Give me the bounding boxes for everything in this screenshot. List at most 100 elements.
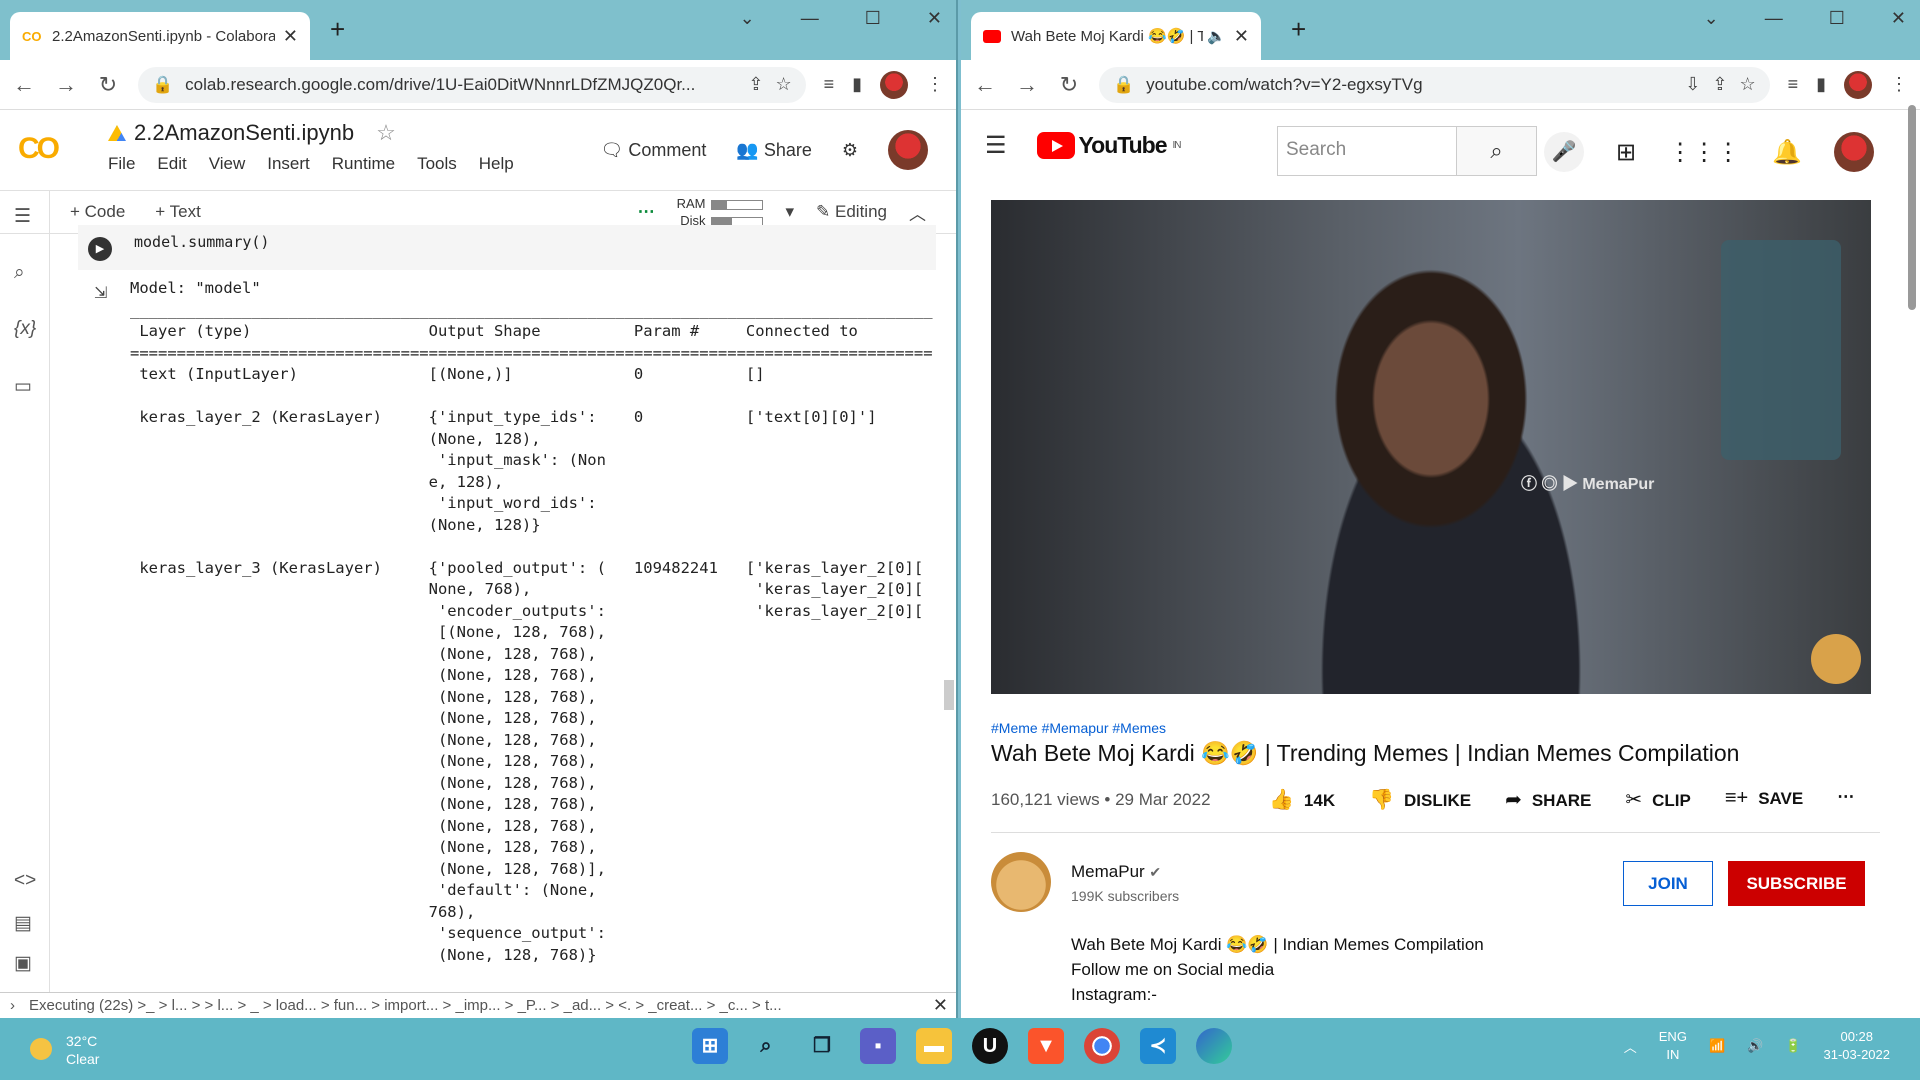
account-avatar[interactable] — [1834, 132, 1874, 172]
vscode-icon[interactable]: ≺ — [1140, 1028, 1176, 1064]
share-page-icon[interactable]: ⇪ — [1712, 74, 1727, 95]
menu-file[interactable]: File — [108, 154, 135, 174]
reading-list-icon[interactable]: ≡ — [1788, 74, 1799, 95]
share-button[interactable]: ➦ SHARE — [1505, 787, 1591, 812]
video-hashtags[interactable]: #Meme #Memapur #Memes — [991, 720, 1166, 736]
battery-icon[interactable]: 🔋 — [1785, 1038, 1801, 1054]
tab-colab[interactable]: CO 2.2AmazonSenti.ipynb - Colaboratory ✕ — [10, 12, 310, 60]
menu-insert[interactable]: Insert — [267, 154, 310, 174]
search-icon[interactable]: ⌕ — [14, 262, 25, 284]
start-icon[interactable]: ⊞ — [692, 1028, 728, 1064]
more-options-icon[interactable]: ⋯ — [1837, 787, 1854, 812]
chrome-icon[interactable] — [1084, 1028, 1120, 1064]
chevron-up-icon[interactable]: ︿ — [1624, 1037, 1637, 1056]
back-icon[interactable]: ← — [12, 72, 36, 98]
create-video-icon[interactable]: ⊞ — [1616, 138, 1636, 167]
apps-grid-icon[interactable]: ⋮⋮⋮ — [1668, 138, 1740, 167]
new-tab-button[interactable]: + — [1291, 14, 1306, 45]
comment-button[interactable]: 🗨 Comment — [600, 140, 706, 161]
bell-icon[interactable]: 🔔 — [1772, 138, 1802, 167]
language-indicator[interactable]: ENG IN — [1659, 1028, 1687, 1064]
output-icon[interactable]: ⇲ — [94, 283, 107, 303]
add-code-button[interactable]: + Code — [70, 202, 125, 222]
close-icon[interactable]: ✕ — [933, 995, 948, 1016]
profile-avatar[interactable] — [880, 70, 908, 99]
upwork-icon[interactable]: U — [972, 1028, 1008, 1064]
chat-icon[interactable]: ▪ — [860, 1028, 896, 1064]
subscribe-button[interactable]: SUBSCRIBE — [1728, 861, 1865, 906]
search-icon[interactable]: ⌕ — [748, 1028, 784, 1064]
toc-icon[interactable]: ☰ — [14, 205, 31, 228]
minimize-icon[interactable]: — — [801, 8, 819, 29]
menu-view[interactable]: View — [209, 154, 246, 174]
cell-code[interactable]: model.summary() — [134, 233, 269, 251]
forward-icon[interactable]: → — [54, 72, 78, 98]
forward-icon[interactable]: → — [1015, 72, 1039, 98]
command-palette-icon[interactable]: ▤ — [14, 912, 32, 935]
expand-icon[interactable]: › — [10, 997, 15, 1014]
new-tab-button[interactable]: + — [330, 14, 345, 45]
address-bar[interactable]: 🔒 youtube.com/watch?v=Y2-egxsyTVg ⇩ ⇪ ☆ — [1099, 66, 1770, 103]
terminal-icon[interactable]: ▣ — [14, 952, 32, 975]
variables-icon[interactable]: {x} — [14, 318, 36, 340]
side-panel-icon[interactable]: ▮ — [1816, 74, 1826, 95]
menu-tools[interactable]: Tools — [417, 154, 457, 174]
add-text-button[interactable]: + Text — [155, 202, 201, 222]
code-cell[interactable]: ▶ model.summary() — [78, 225, 936, 270]
run-cell-button[interactable]: ▶ — [88, 237, 112, 261]
minimize-icon[interactable]: — — [1765, 8, 1783, 29]
profile-avatar[interactable] — [1844, 70, 1872, 99]
tab-close-icon[interactable]: ✕ — [283, 26, 298, 47]
scrollbar[interactable] — [944, 680, 954, 710]
menu-edit[interactable]: Edit — [157, 154, 186, 174]
channel-avatar[interactable] — [991, 852, 1051, 912]
folder-icon[interactable]: ▭ — [14, 375, 32, 398]
reload-icon[interactable]: ↻ — [1057, 72, 1081, 98]
back-icon[interactable]: ← — [973, 72, 997, 98]
reading-list-icon[interactable]: ≡ — [824, 74, 835, 95]
youtube-logo[interactable]: YouTube IN — [1036, 131, 1181, 159]
wifi-icon[interactable]: 📶 — [1709, 1038, 1725, 1054]
save-button[interactable]: ≡+ SAVE — [1725, 787, 1803, 812]
maximize-icon[interactable]: ☐ — [1829, 8, 1845, 29]
star-icon[interactable]: ☆ — [775, 74, 791, 95]
share-page-icon[interactable]: ⇪ — [748, 74, 763, 95]
resource-monitor[interactable]: RAM Disk — [677, 195, 764, 229]
star-icon[interactable]: ☆ — [376, 120, 396, 146]
task-view-icon[interactable]: ❐ — [804, 1028, 840, 1064]
join-button[interactable]: JOIN — [1623, 861, 1713, 906]
side-panel-icon[interactable]: ▮ — [852, 74, 862, 95]
scrollbar[interactable] — [1908, 105, 1916, 310]
microphone-icon[interactable]: 🎤 — [1544, 132, 1584, 172]
search-icon[interactable]: ⌕ — [1456, 127, 1536, 175]
clip-button[interactable]: ✂ CLIP — [1625, 787, 1691, 812]
chevron-down-icon[interactable]: ⌄ — [740, 8, 755, 29]
close-icon[interactable]: ✕ — [927, 8, 942, 29]
notebook-title[interactable]: 2.2AmazonSenti.ipynb — [134, 120, 354, 146]
reload-icon[interactable]: ↻ — [96, 72, 120, 98]
dislike-button[interactable]: 👎 DISLIKE — [1369, 787, 1471, 812]
gear-icon[interactable]: ⚙ — [842, 140, 858, 161]
close-icon[interactable]: ✕ — [1891, 8, 1906, 29]
share-button[interactable]: 👥 Share — [736, 140, 811, 161]
chevron-up-icon[interactable]: ︿ — [909, 200, 926, 225]
audio-icon[interactable]: 🔈 — [1207, 27, 1226, 45]
file-explorer-icon[interactable]: ▬ — [916, 1028, 952, 1064]
maximize-icon[interactable]: ☐ — [865, 8, 881, 29]
code-snippets-icon[interactable]: <> — [14, 870, 36, 892]
editing-button[interactable]: ✎ Editing — [816, 202, 887, 222]
weather-widget[interactable]: 32°C Clear — [30, 1032, 99, 1068]
chevron-down-icon[interactable]: ▾ — [785, 202, 794, 222]
star-icon[interactable]: ☆ — [1739, 74, 1755, 95]
volume-icon[interactable]: 🔊 — [1747, 1038, 1763, 1054]
channel-name[interactable]: MemaPur ✔ — [1071, 862, 1161, 882]
edge-icon[interactable] — [1196, 1028, 1232, 1064]
hamburger-menu-icon[interactable]: ☰ — [985, 131, 1007, 160]
install-icon[interactable]: ⇩ — [1685, 74, 1700, 95]
chevron-down-icon[interactable]: ⌄ — [1704, 8, 1719, 29]
tab-youtube[interactable]: Wah Bete Moj Kardi 😂🤣 | T 🔈 ✕ — [971, 12, 1261, 60]
brave-icon[interactable]: ▼ — [1028, 1028, 1064, 1064]
menu-help[interactable]: Help — [479, 154, 514, 174]
kebab-menu-icon[interactable]: ⋮ — [926, 74, 944, 95]
address-bar[interactable]: 🔒 colab.research.google.com/drive/1U-Eai… — [138, 66, 806, 103]
